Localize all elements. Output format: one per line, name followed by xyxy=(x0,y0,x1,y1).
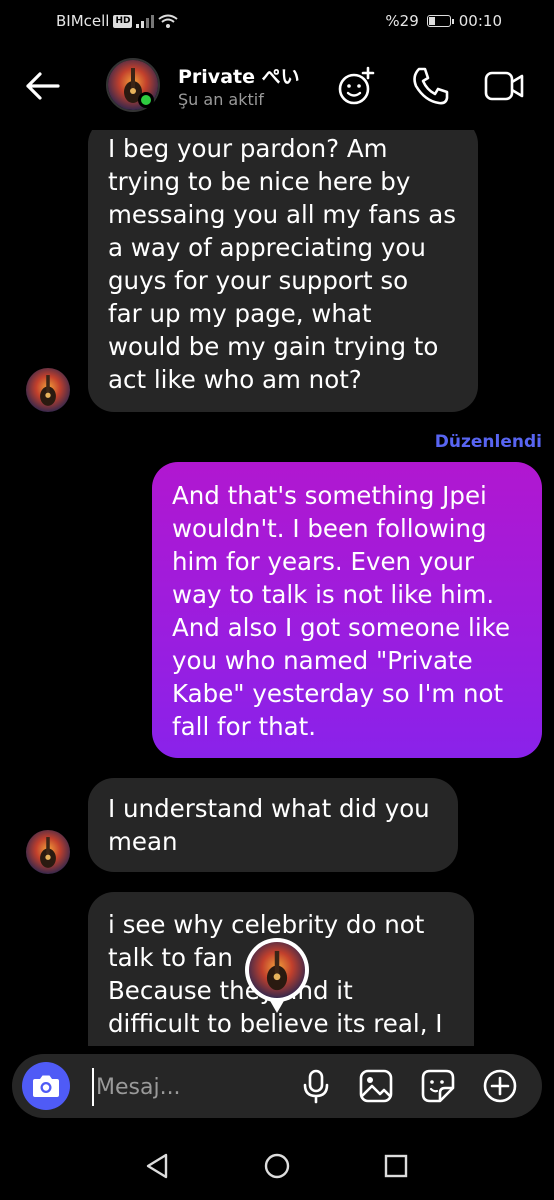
gallery-icon[interactable] xyxy=(358,1068,394,1104)
message-line: I beg your pardon? Am xyxy=(108,134,388,163)
message-bubble-outgoing[interactable]: And that's something Jpei wouldn't. I be… xyxy=(152,462,542,758)
back-arrow-icon[interactable] xyxy=(22,66,62,106)
status-left: BIMcell HD xyxy=(56,12,179,30)
nav-back-icon[interactable] xyxy=(144,1152,172,1180)
contact-name[interactable]: Private ぺい xyxy=(178,62,300,89)
nav-home-icon[interactable] xyxy=(263,1152,291,1180)
message-line: you who named "Private xyxy=(172,646,473,675)
contact-status: Şu an aktif xyxy=(178,90,264,109)
clock: 00:10 xyxy=(458,12,502,30)
message-line: I understand what did you xyxy=(108,794,430,823)
message-line: guys for your support so xyxy=(108,266,409,295)
message-input[interactable] xyxy=(92,1068,288,1106)
guitar-avatar-image xyxy=(249,942,305,998)
message-line: mean xyxy=(108,827,178,856)
message-line: And also I got someone like xyxy=(172,613,511,642)
battery-percent: %29 xyxy=(385,12,419,30)
message-bubble-incoming[interactable]: I understand what did you mean xyxy=(88,778,458,872)
message-line: way to talk is not like him. xyxy=(172,580,495,609)
online-indicator xyxy=(138,92,154,108)
hd-badge: HD xyxy=(113,14,133,28)
sticker-icon[interactable] xyxy=(420,1068,456,1104)
message-line: a way of appreciating you xyxy=(108,233,426,262)
system-nav-bar xyxy=(0,1126,554,1200)
message-line: i see why celebrity do not xyxy=(108,910,425,939)
nav-recents-icon[interactable] xyxy=(382,1152,410,1180)
message-line: would be my gain trying to xyxy=(108,332,439,361)
camera-icon xyxy=(33,1075,59,1097)
message-line: trying to be nice here by xyxy=(108,167,411,196)
effects-icon[interactable] xyxy=(334,64,378,108)
message-line: And that's something Jpei xyxy=(172,481,487,510)
message-line: act like who am not? xyxy=(108,365,362,394)
chat-header: Private ぺい Şu an aktif xyxy=(0,44,554,130)
camera-button[interactable] xyxy=(22,1062,70,1110)
wifi-icon xyxy=(158,14,179,28)
message-bubble-incoming[interactable]: I beg your pardon? Am trying to be nice … xyxy=(88,118,478,412)
battery-fill xyxy=(428,17,435,25)
signal-icon xyxy=(136,15,155,28)
microphone-icon[interactable] xyxy=(298,1068,334,1104)
message-line: him for years. Even your xyxy=(172,547,474,576)
sender-avatar[interactable] xyxy=(26,368,70,412)
sender-avatar[interactable] xyxy=(26,830,70,874)
message-line: Kabe" yesterday so I'm not xyxy=(172,679,504,708)
message-line: messaing you all my fans as xyxy=(108,200,457,229)
typing-indicator-avatar xyxy=(245,938,309,1013)
message-line: far up my page, what xyxy=(108,299,372,328)
battery-icon xyxy=(426,15,454,27)
guitar-avatar-image xyxy=(26,368,70,412)
phone-icon[interactable] xyxy=(408,64,452,108)
message-composer xyxy=(12,1054,542,1118)
message-line: fall for that. xyxy=(172,712,317,741)
status-right: %29 00:10 xyxy=(385,12,502,30)
edited-label: Düzenlendi xyxy=(434,432,542,452)
message-line: wouldn't. I been following xyxy=(172,514,487,543)
video-icon[interactable] xyxy=(482,64,526,108)
status-bar: BIMcell HD %29 00:10 xyxy=(0,0,554,44)
guitar-avatar-image xyxy=(26,830,70,874)
add-icon[interactable] xyxy=(482,1068,518,1104)
carrier-name: BIMcell xyxy=(56,12,110,30)
